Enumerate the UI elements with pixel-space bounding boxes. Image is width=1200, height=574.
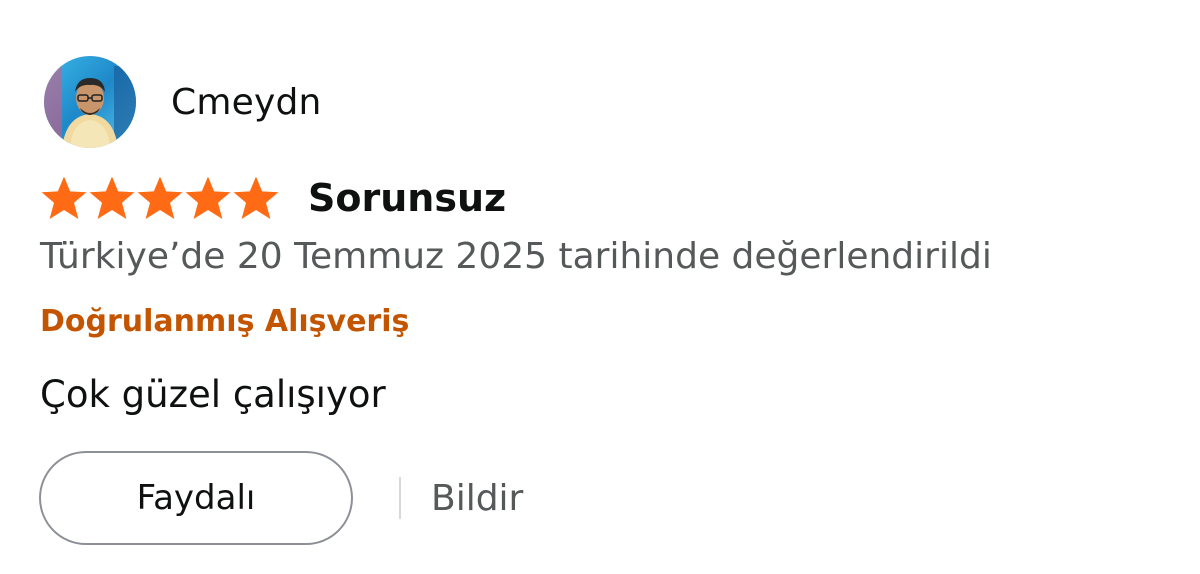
star-rating[interactable] bbox=[40, 175, 280, 221]
customer-review: Cmeydn Sorunsuz Türkiye’de 20 Temmuz 202… bbox=[0, 0, 1200, 574]
reviewer-name[interactable]: Cmeydn bbox=[171, 82, 322, 123]
report-link[interactable]: Bildir bbox=[431, 478, 523, 519]
star-icon bbox=[89, 176, 135, 219]
star-icon bbox=[233, 176, 279, 219]
helpful-button[interactable]: Faydalı bbox=[39, 451, 353, 545]
review-body: Çok güzel çalışıyor bbox=[40, 373, 386, 416]
verified-purchase-badge: Doğrulanmış Alışveriş bbox=[40, 304, 410, 339]
avatar[interactable] bbox=[44, 56, 136, 148]
avatar-photo-icon bbox=[44, 56, 136, 148]
action-divider bbox=[399, 477, 401, 519]
review-title[interactable]: Sorunsuz bbox=[308, 176, 506, 220]
rating-row: Sorunsuz bbox=[40, 170, 506, 226]
star-icon bbox=[137, 176, 183, 219]
star-icon bbox=[41, 176, 87, 219]
star-icon bbox=[185, 176, 231, 219]
review-actions: Faydalı Bildir bbox=[39, 451, 523, 545]
review-date: Türkiye’de 20 Temmuz 2025 tarihinde değe… bbox=[40, 236, 992, 277]
reviewer-profile[interactable]: Cmeydn bbox=[44, 56, 322, 148]
